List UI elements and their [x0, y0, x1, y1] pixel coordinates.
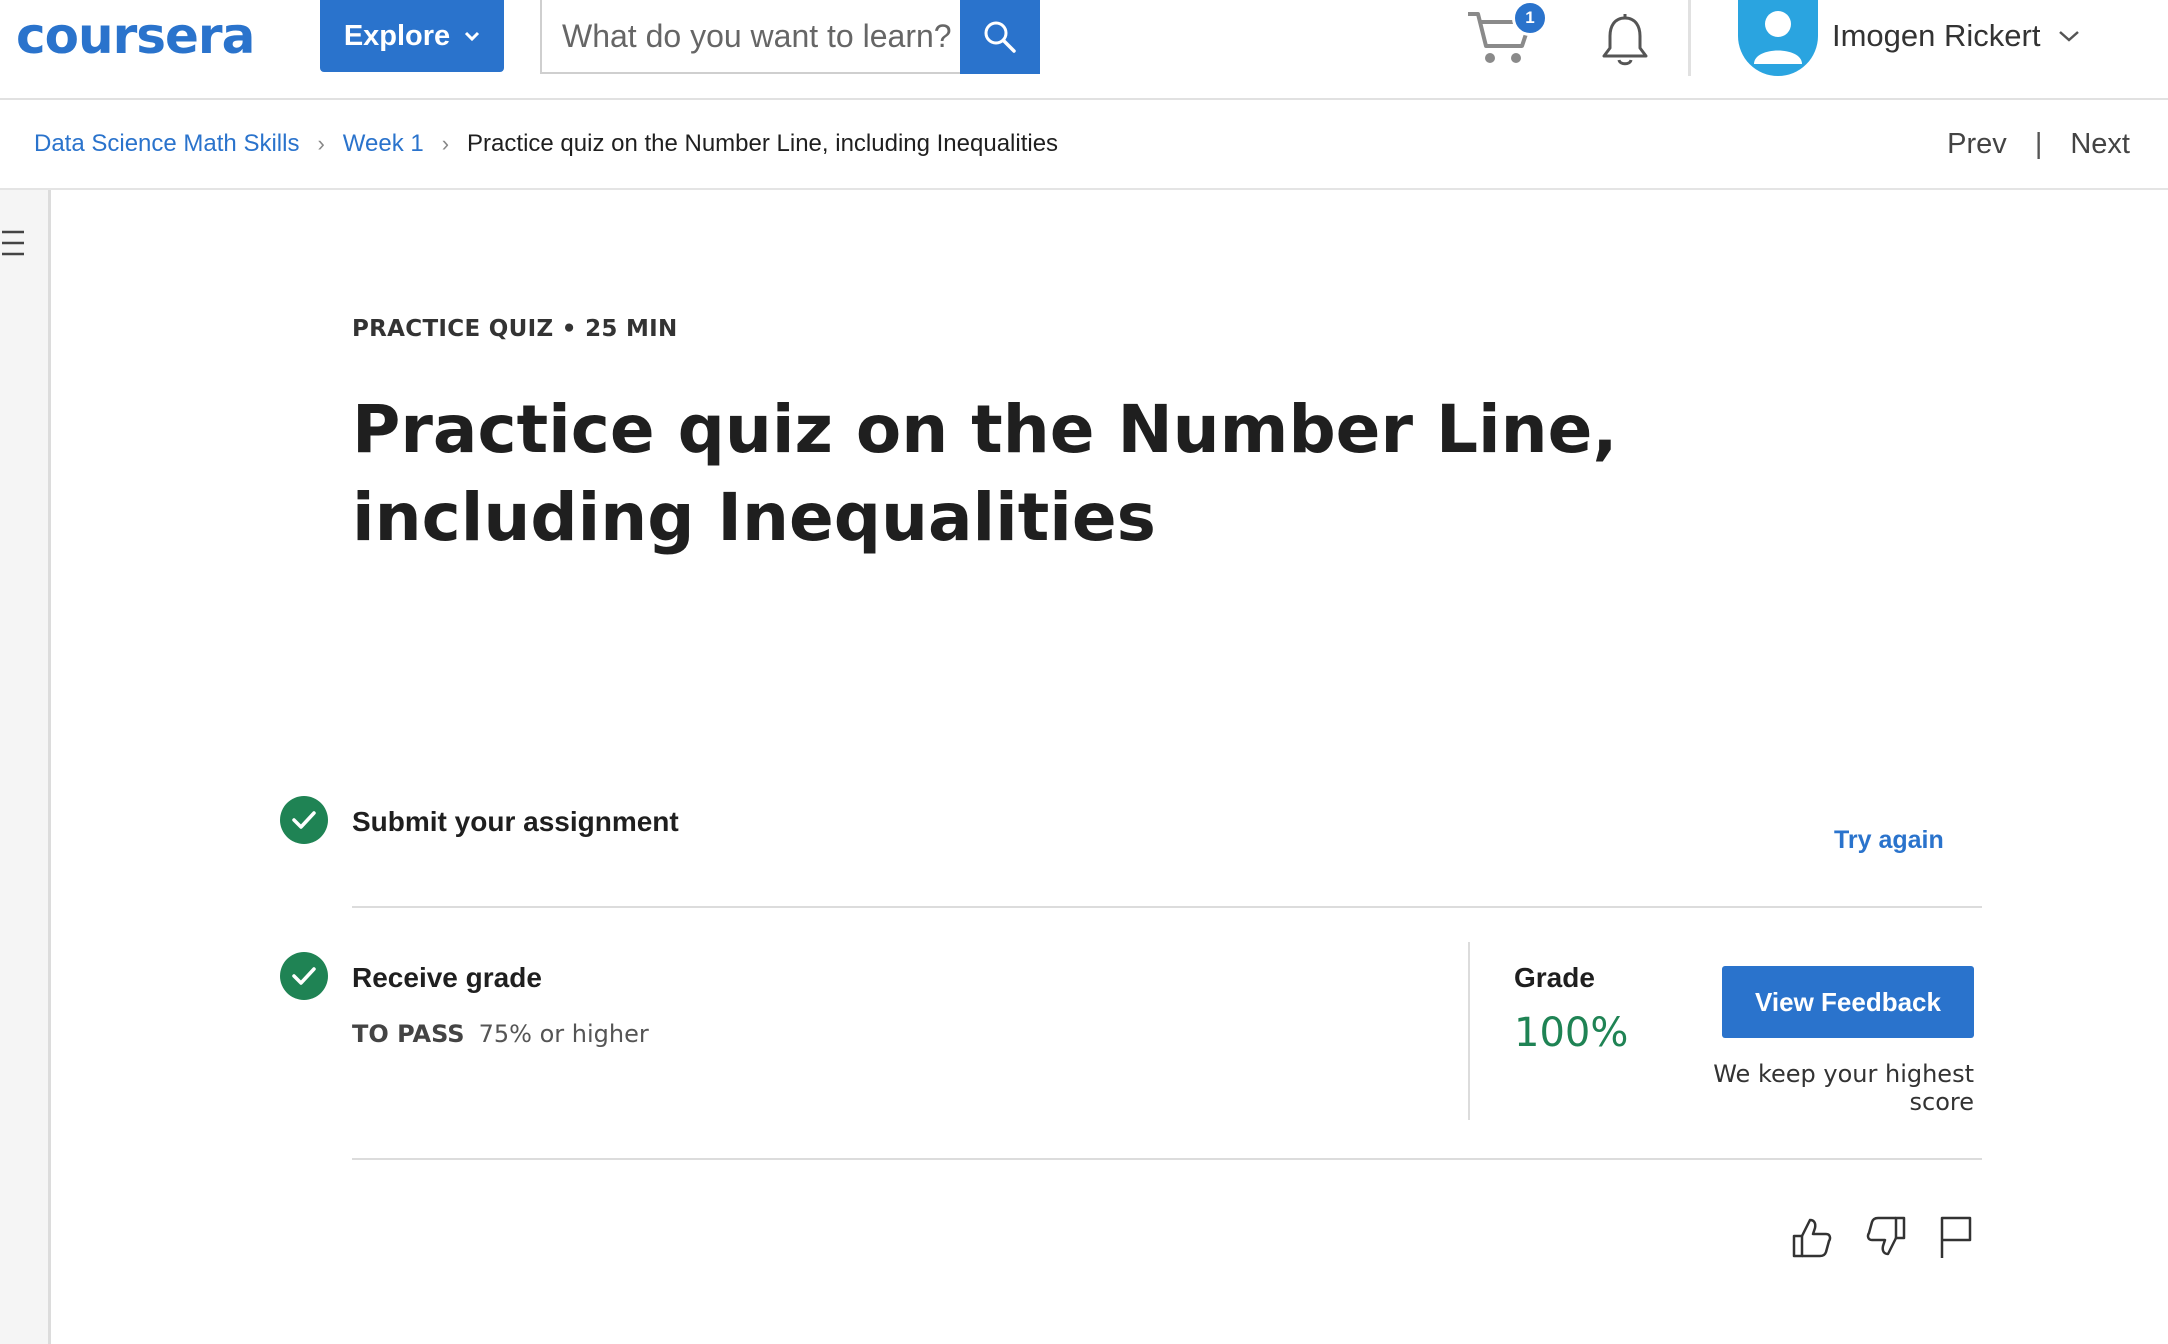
try-again-link[interactable]: Try again [1834, 826, 1944, 855]
view-feedback-button[interactable]: View Feedback [1722, 966, 1974, 1038]
search-input[interactable] [562, 0, 962, 72]
grade-status [280, 952, 328, 1000]
thumbs-down-icon[interactable] [1864, 1214, 1908, 1260]
chevron-right-icon: › [441, 131, 450, 156]
user-menu[interactable]: Imogen Rickert [1832, 0, 2080, 72]
highest-score-note: We keep your highest score [1713, 1060, 1974, 1116]
check-icon [292, 811, 316, 829]
chevron-right-icon: › [317, 131, 325, 156]
search-icon [984, 21, 1016, 53]
search-button[interactable] [960, 0, 1040, 74]
explore-button[interactable]: Explore [320, 0, 504, 72]
nav-divider [1688, 0, 1691, 76]
pass-requirement: TO PASS 75% or higher [352, 1020, 649, 1048]
chevron-down-icon [465, 31, 480, 41]
user-name: Imogen Rickert [1832, 18, 2041, 53]
breadcrumb-course[interactable]: Data Science Math Skills [34, 130, 299, 158]
receive-grade-label: Receive grade [352, 962, 542, 993]
search-box [540, 0, 1040, 74]
breadcrumb-current: Practice quiz on the Number Line, includ… [467, 130, 1059, 157]
grade-value: 100% [1514, 1010, 1629, 1056]
submit-status [280, 796, 328, 844]
nav-separator: | [2034, 128, 2043, 160]
cart-count-badge: 1 [1512, 0, 1548, 36]
to-pass-label: TO PASS [352, 1020, 465, 1048]
menu-icon[interactable] [0, 226, 26, 260]
vertical-divider [1468, 942, 1470, 1120]
breadcrumb: Data Science Math Skills › Week 1 › Prac… [34, 130, 1058, 158]
breadcrumb-week[interactable]: Week 1 [343, 130, 424, 158]
divider [352, 1158, 1982, 1160]
to-pass-value: 75% or higher [478, 1020, 649, 1048]
next-button[interactable]: Next [2070, 128, 2130, 161]
submit-assignment-label: Submit your assignment [352, 806, 679, 837]
divider [352, 906, 1982, 908]
bell-icon[interactable] [1598, 12, 1652, 68]
explore-label: Explore [343, 19, 451, 52]
chevron-down-icon [2059, 31, 2080, 42]
prev-button[interactable]: Prev [1947, 128, 2007, 161]
thumbs-up-icon[interactable] [1790, 1214, 1834, 1260]
left-rail [0, 190, 51, 1344]
prev-next-nav: Prev | Next [1947, 128, 2130, 161]
grade-label: Grade [1514, 962, 1595, 993]
coursera-logo[interactable]: coursera [16, 0, 255, 72]
page-title: Practice quiz on the Number Line, includ… [352, 391, 1618, 556]
quiz-meta: PRACTICE QUIZ • 25 MIN [352, 316, 678, 342]
check-icon [292, 967, 316, 985]
flag-icon[interactable] [1936, 1214, 1976, 1260]
